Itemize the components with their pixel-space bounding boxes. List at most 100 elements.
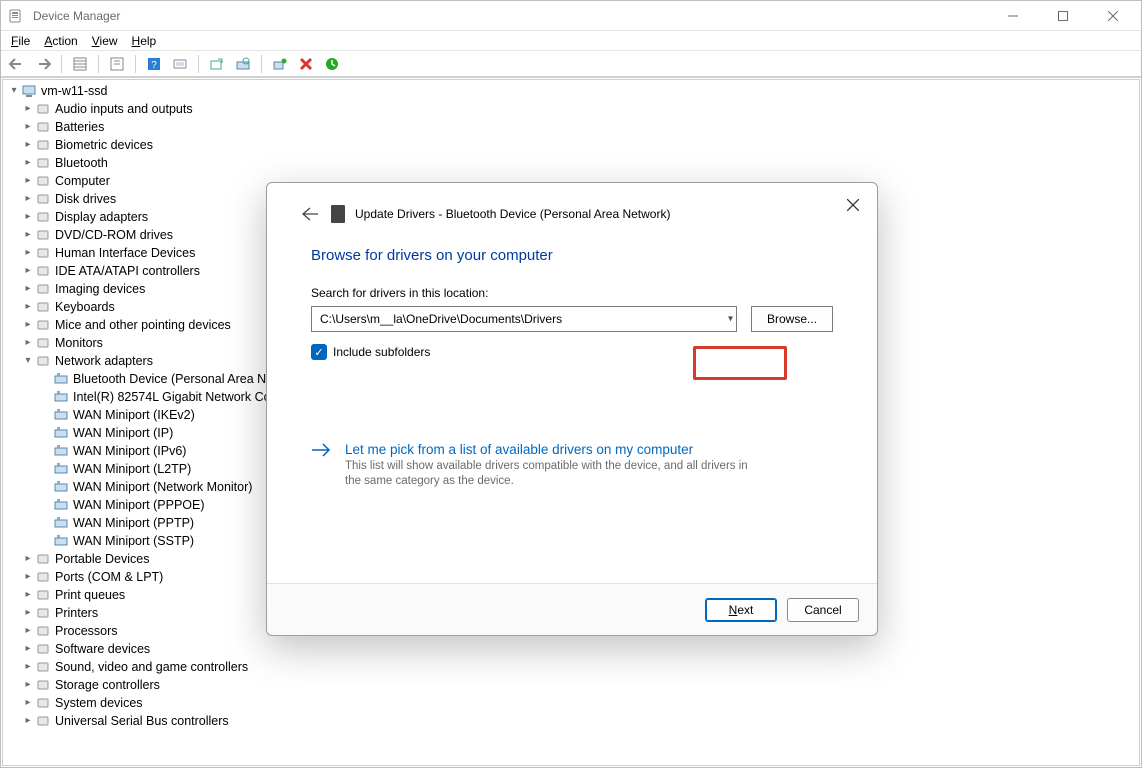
maximize-button[interactable] xyxy=(1041,1,1085,31)
network-adapter-icon xyxy=(53,425,69,441)
menu-help[interactable]: Help xyxy=(132,34,157,48)
browse-button[interactable]: Browse... xyxy=(751,306,833,332)
tree-label: Monitors xyxy=(55,334,103,352)
checkbox-checked-icon: ✓ xyxy=(311,344,327,360)
tree-label: DVD/CD-ROM drives xyxy=(55,226,173,244)
device-category-icon xyxy=(35,335,51,351)
tree-label: WAN Miniport (L2TP) xyxy=(73,460,191,478)
scan-changes-button[interactable] xyxy=(233,54,253,74)
tree-label: Portable Devices xyxy=(55,550,150,568)
tree-label: Network adapters xyxy=(55,352,153,370)
tree-category[interactable]: ▸Biometric devices xyxy=(3,136,1139,154)
tree-label: WAN Miniport (PPPOE) xyxy=(73,496,205,514)
device-category-icon xyxy=(35,155,51,171)
close-button[interactable] xyxy=(1091,1,1135,31)
device-category-icon xyxy=(35,245,51,261)
driver-path-input[interactable] xyxy=(311,306,737,332)
tree-label: Sound, video and game controllers xyxy=(55,658,248,676)
caret-right-icon: ▸ xyxy=(21,676,35,694)
pick-heading: Let me pick from a list of available dri… xyxy=(345,442,833,457)
caret-right-icon: ▸ xyxy=(21,640,35,658)
tree-root[interactable]: ▾vm-w11-ssd xyxy=(3,82,1139,100)
tree-category[interactable]: ▸Sound, video and game controllers xyxy=(3,658,1139,676)
device-category-icon xyxy=(35,659,51,675)
help-button[interactable]: ? xyxy=(144,54,164,74)
device-category-icon xyxy=(35,641,51,657)
tree-category[interactable]: ▸ Software devices xyxy=(3,640,1139,658)
caret-right-icon: ▸ xyxy=(21,154,35,172)
tree-label: WAN Miniport (IKEv2) xyxy=(73,406,195,424)
minimize-button[interactable] xyxy=(991,1,1035,31)
device-category-icon xyxy=(35,191,51,207)
caret-right-icon: ▸ xyxy=(21,226,35,244)
caret-right-icon: ▸ xyxy=(21,550,35,568)
tree-label: Universal Serial Bus controllers xyxy=(55,712,229,730)
tree-category[interactable]: ▸Audio inputs and outputs xyxy=(3,100,1139,118)
tree-category[interactable]: ▸Bluetooth xyxy=(3,154,1139,172)
app-icon xyxy=(7,8,23,24)
tree-label: WAN Miniport (PPTP) xyxy=(73,514,194,532)
menu-file[interactable]: File xyxy=(11,34,30,48)
caret-right-icon: ▸ xyxy=(21,136,35,154)
add-legacy-button[interactable] xyxy=(270,54,290,74)
nav-forward-button[interactable] xyxy=(33,54,53,74)
update-driver-button[interactable] xyxy=(207,54,227,74)
caret-right-icon: ▸ xyxy=(21,604,35,622)
caret-down-icon: ▾ xyxy=(21,352,35,370)
tree-category[interactable]: ▸Universal Serial Bus controllers xyxy=(3,712,1139,730)
tree-label: Intel(R) 82574L Gigabit Network Co xyxy=(73,388,271,406)
uninstall-button[interactable] xyxy=(296,54,316,74)
tree-label: Software devices xyxy=(55,640,150,658)
caret-right-icon: ▸ xyxy=(21,244,35,262)
tree-label: Storage controllers xyxy=(55,676,160,694)
device-category-icon xyxy=(35,569,51,585)
caret-right-icon: ▸ xyxy=(21,298,35,316)
svg-text:?: ? xyxy=(151,60,157,71)
enable-device-button[interactable] xyxy=(322,54,342,74)
caret-right-icon: ▸ xyxy=(21,262,35,280)
dialog-title: Update Drivers - Bluetooth Device (Perso… xyxy=(355,207,670,221)
tree-label: IDE ATA/ATAPI controllers xyxy=(55,262,200,280)
cancel-button[interactable]: Cancel xyxy=(787,598,859,622)
tree-label: Disk drives xyxy=(55,190,116,208)
tree-label: WAN Miniport (SSTP) xyxy=(73,532,194,550)
caret-right-icon: ▸ xyxy=(21,208,35,226)
nav-back-button[interactable] xyxy=(7,54,27,74)
toolbar: ? xyxy=(1,51,1141,77)
device-category-icon xyxy=(35,713,51,729)
show-hide-tree-button[interactable] xyxy=(70,54,90,74)
menu-action[interactable]: Action xyxy=(44,34,77,48)
caret-right-icon: ▸ xyxy=(21,334,35,352)
caret-right-icon: ▸ xyxy=(21,118,35,136)
tree-label: Ports (COM & LPT) xyxy=(55,568,163,586)
next-button[interactable]: Next xyxy=(705,598,777,622)
dialog-back-button[interactable] xyxy=(299,203,321,225)
dialog-close-button[interactable] xyxy=(839,191,867,219)
device-category-icon xyxy=(35,677,51,693)
device-category-icon xyxy=(35,209,51,225)
device-category-icon xyxy=(35,623,51,639)
device-category-icon xyxy=(35,263,51,279)
device-category-icon xyxy=(35,173,51,189)
pick-from-list-link[interactable]: Let me pick from a list of available dri… xyxy=(311,442,833,489)
tree-category[interactable]: ▸ Batteries xyxy=(3,118,1139,136)
window-title: Device Manager xyxy=(33,9,120,23)
device-category-icon xyxy=(35,281,51,297)
scan-hardware-button[interactable] xyxy=(170,54,190,74)
tree-category[interactable]: ▸System devices xyxy=(3,694,1139,712)
include-subfolders-checkbox[interactable]: ✓ Include subfolders xyxy=(311,344,833,360)
search-location-label: Search for drivers in this location: xyxy=(311,286,833,300)
dialog-header: Update Drivers - Bluetooth Device (Perso… xyxy=(267,183,877,233)
tree-category[interactable]: ▸ Storage controllers xyxy=(3,676,1139,694)
properties-button[interactable] xyxy=(107,54,127,74)
tree-label: Batteries xyxy=(55,118,104,136)
tree-label: Print queues xyxy=(55,586,125,604)
tree-label: Keyboards xyxy=(55,298,115,316)
caret-right-icon: ▸ xyxy=(21,316,35,334)
caret-right-icon: ▸ xyxy=(21,190,35,208)
caret-right-icon: ▸ xyxy=(21,172,35,190)
menu-view[interactable]: View xyxy=(92,34,118,48)
network-adapter-icon xyxy=(53,371,69,387)
tree-label: Processors xyxy=(55,622,118,640)
menu-bar: File Action View Help xyxy=(1,31,1141,51)
